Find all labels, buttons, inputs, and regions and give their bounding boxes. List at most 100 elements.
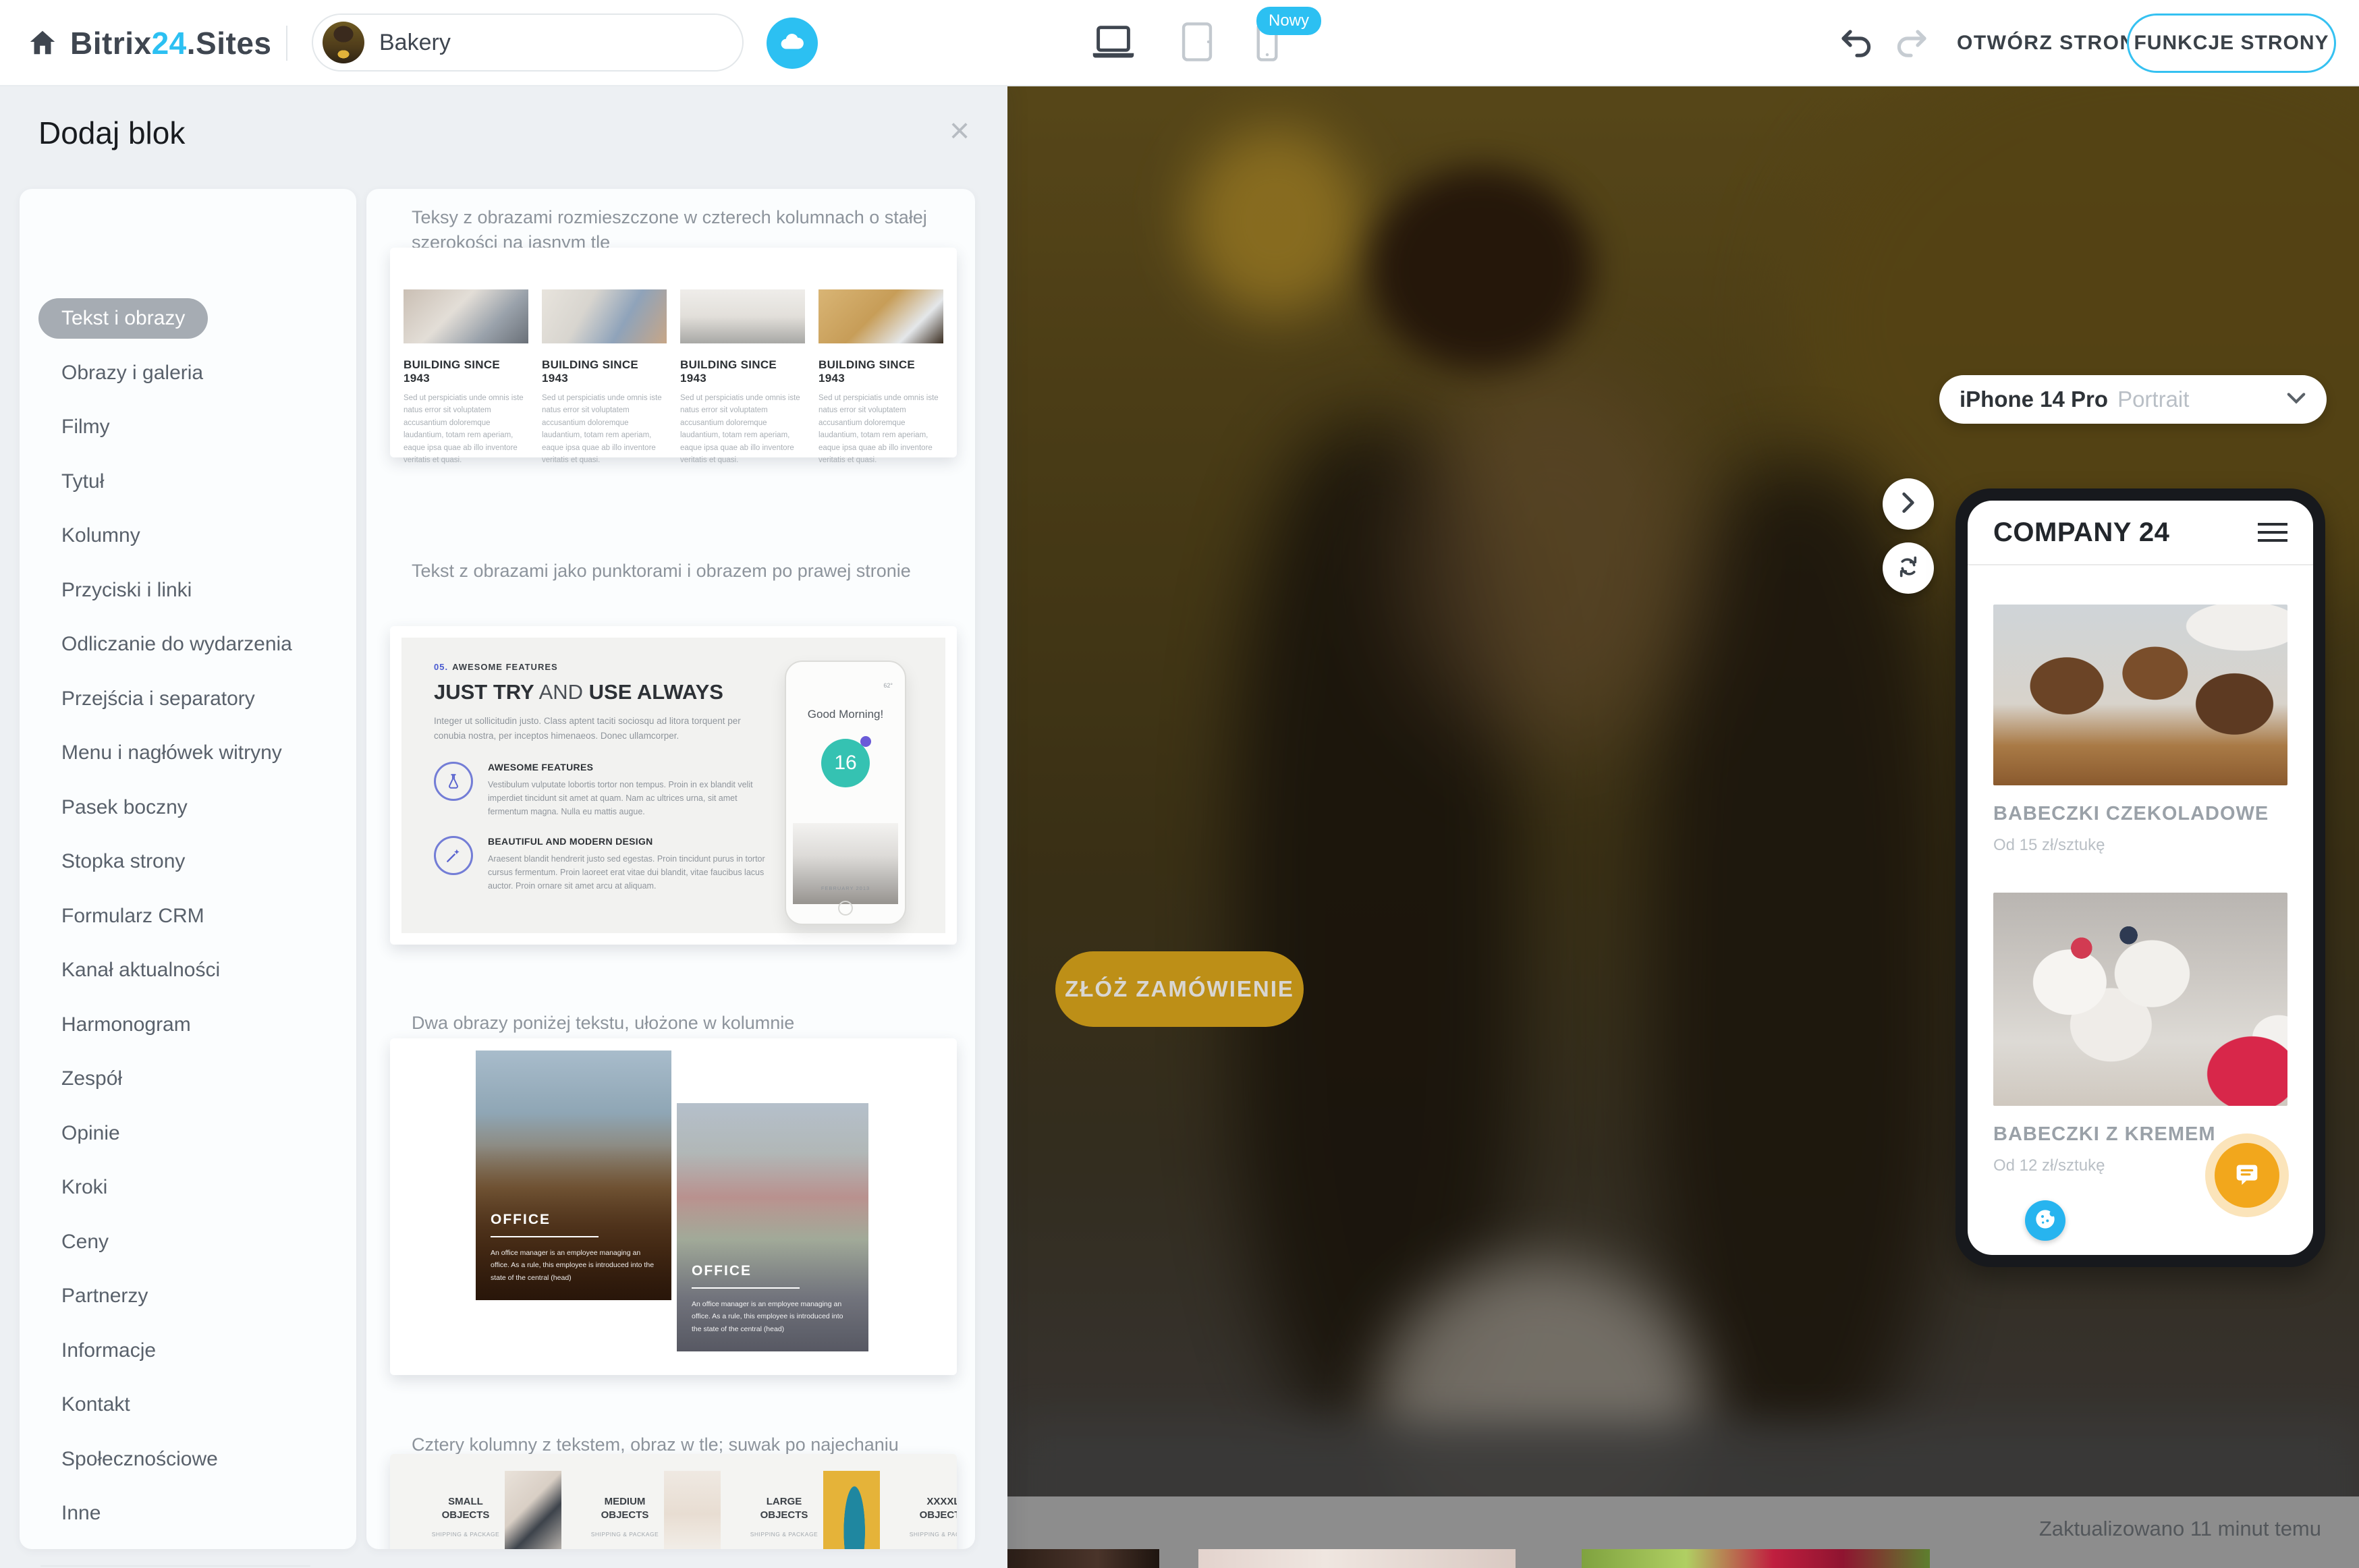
sidebar-category-item[interactable]: Zespół <box>20 1052 356 1107</box>
office-image-card: OFFICE An office manager is an employee … <box>677 1103 868 1351</box>
sidebar-category-label: Przejścia i separatory <box>61 688 255 710</box>
mock-temperature: 62° <box>883 682 893 689</box>
product-name: BABECZKI CZEKOLADOWE <box>1993 803 2287 825</box>
new-feature-badge: Nowy <box>1256 7 1321 35</box>
block4-photo <box>823 1471 880 1549</box>
sidebar-category-item[interactable]: Ceny <box>20 1215 356 1270</box>
sidebar-category-item[interactable]: Inne <box>20 1486 356 1541</box>
sidebar-category-item[interactable]: Kroki <box>20 1160 356 1215</box>
cloud-button[interactable] <box>767 18 818 69</box>
hamburger-menu-icon[interactable] <box>2258 517 2287 547</box>
undo-button[interactable] <box>1839 27 1875 59</box>
sidebar-category-item[interactable]: Filmy <box>20 400 356 455</box>
block4-photo <box>505 1471 561 1549</box>
mobile-preview-frame: COMPANY 24 BABECZKI CZEKOLADOWE Od 15 zł… <box>1955 488 2325 1267</box>
chevron-right-icon <box>1899 491 1917 517</box>
feature-row: BEAUTIFUL AND MODERN DESIGN Araesent bla… <box>434 836 771 893</box>
category-card: Tekst i obrazy Obrazy i galeria Filmy Ty… <box>20 189 356 1549</box>
sidebar-category-label: Tytuł <box>61 470 104 493</box>
feature-text: AWESOME FEATURES Vestibulum vulputate lo… <box>488 762 771 818</box>
sidebar-category-item[interactable]: Tytuł <box>20 455 356 509</box>
desktop-view-button[interactable] <box>1085 20 1142 66</box>
block2-preview[interactable]: 05.AWESOME FEATURES JUST TRY AND USE ALW… <box>390 626 957 945</box>
product-photo <box>1993 605 2287 785</box>
home-icon <box>27 49 58 61</box>
block2-phone-mockup: 62° Good Morning! 16 FEBRUARY 2013 <box>785 661 906 925</box>
column-heading: BUILDING SINCE 1943 <box>818 358 943 385</box>
device-selector[interactable]: iPhone 14 Pro Portrait <box>1939 375 2327 424</box>
office-card-underline <box>491 1236 599 1237</box>
block4-column: SMALL OBJECTS SHIPPING & PACKAGE <box>426 1471 561 1549</box>
column-text: Sed ut perspiciatis unde omnis iste natu… <box>680 392 805 466</box>
feature-paragraph: Vestibulum vulputate lobortis tortor non… <box>488 778 771 818</box>
collapse-preview-button[interactable] <box>1883 478 1934 530</box>
block3-preview[interactable]: OFFICE An office manager is an employee … <box>390 1038 957 1375</box>
tablet-view-button[interactable] <box>1169 20 1225 66</box>
redo-icon <box>1893 51 1928 62</box>
block1-column: BUILDING SINCE 1943 Sed ut perspiciatis … <box>680 289 805 457</box>
open-page-button[interactable]: OTWÓRZ STRONĘ <box>1957 0 2150 86</box>
feature-title: AWESOME FEATURES <box>488 762 771 773</box>
home-button[interactable] <box>27 27 59 59</box>
site-name-input[interactable]: Bakery <box>312 13 744 72</box>
office-card-text: An office manager is an employee managin… <box>692 1298 854 1335</box>
column-heading: BUILDING SINCE 1943 <box>542 358 667 385</box>
close-icon[interactable]: × <box>939 111 980 151</box>
rotate-device-button[interactable] <box>1883 542 1934 594</box>
page-functions-button[interactable]: FUNKCJE STRONY <box>2127 13 2336 73</box>
block4-text: XXXXL OBJECTS SHIPPING & PACKAGE <box>904 1471 957 1549</box>
column-photo <box>404 289 528 343</box>
sidebar-category-label: Partnerzy <box>61 1285 148 1308</box>
block2-intro: Integer ut sollicitudin justo. Class apt… <box>434 714 751 744</box>
sidebar-category-label: Odliczanie do wydarzenia <box>61 633 292 656</box>
chevron-down-icon <box>2286 391 2306 408</box>
sidebar-category-label: Kontakt <box>61 1393 130 1416</box>
redo-button[interactable] <box>1893 27 1928 59</box>
next-section-photo <box>1198 1549 1516 1568</box>
chat-widget-button[interactable] <box>2215 1143 2279 1208</box>
cookie-widget-button[interactable] <box>2025 1200 2065 1241</box>
feature-icon-circle <box>434 836 473 875</box>
mock-home-button <box>838 901 853 916</box>
sidebar-category-item[interactable]: Społecznościowe <box>20 1432 356 1487</box>
sidebar-category-item[interactable]: Przejścia i separatory <box>20 672 356 727</box>
block1-preview[interactable]: BUILDING SINCE 1943 Sed ut perspiciatis … <box>390 248 957 457</box>
sidebar-category-item[interactable]: Partnerzy <box>20 1269 356 1324</box>
sidebar-category-item[interactable]: Opinie <box>20 1107 356 1161</box>
sidebar-category-label: Obrazy i galeria <box>61 362 203 385</box>
sidebar-category-label: Formularz CRM <box>61 905 204 928</box>
product-price: Od 15 zł/sztukę <box>1993 836 2287 855</box>
sidebar-category-item[interactable]: Informacje <box>20 1324 356 1378</box>
sidebar-category-item[interactable]: Tekst i obrazy <box>20 291 356 346</box>
sidebar-category-item[interactable]: Przyciski i linki <box>20 563 356 618</box>
mock-date: FEBRUARY 2013 <box>821 885 870 891</box>
sidebar-category-item[interactable]: Odliczanie do wydarzenia <box>20 617 356 672</box>
sidebar-category-item[interactable]: Stopka strony <box>20 835 356 889</box>
order-button[interactable]: ZŁÓŻ ZAMÓWIENIE <box>1055 951 1304 1027</box>
feature-row: AWESOME FEATURES Vestibulum vulputate lo… <box>434 762 771 818</box>
sidebar-category-item[interactable]: Formularz CRM <box>20 889 356 944</box>
device-selector-value: iPhone 14 Pro <box>1960 387 2108 412</box>
sidebar-category-item[interactable]: Kontakt <box>20 1378 356 1432</box>
product-photo <box>1993 893 2287 1106</box>
sidebar-category-label: Informacje <box>61 1339 156 1362</box>
sidebar-category-item[interactable]: Kanał aktualności <box>20 943 356 998</box>
brand-part-24: 24 <box>152 25 187 61</box>
topbar-divider <box>286 26 287 61</box>
device-selector-orientation: Portrait <box>2117 387 2189 412</box>
block4-preview[interactable]: SMALL OBJECTS SHIPPING & PACKAGE MEDIUM … <box>390 1454 957 1549</box>
block4-title: XXXXL OBJECTS <box>904 1495 957 1521</box>
sidebar-category-item[interactable]: Pasek boczny <box>20 781 356 835</box>
cookie-icon <box>2032 1206 2059 1236</box>
sidebar-category-item[interactable]: Harmonogram <box>20 998 356 1053</box>
sidebar-category-item[interactable]: Menu i nagłówek witryny <box>20 726 356 781</box>
block4-title: SMALL OBJECTS <box>426 1495 505 1521</box>
sidebar-category-item[interactable]: Kolumny <box>20 509 356 563</box>
sidebar-category-item[interactable]: Obrazy i galeria <box>20 346 356 401</box>
mock-greeting: Good Morning! <box>808 708 883 721</box>
sidebar-category-label: Opinie <box>61 1122 120 1145</box>
rotate-icon <box>1895 554 1921 583</box>
block4-text: LARGE OBJECTS SHIPPING & PACKAGE <box>745 1471 823 1549</box>
sidebar-category-label: Kolumny <box>61 524 140 547</box>
category-divider <box>40 1565 310 1567</box>
